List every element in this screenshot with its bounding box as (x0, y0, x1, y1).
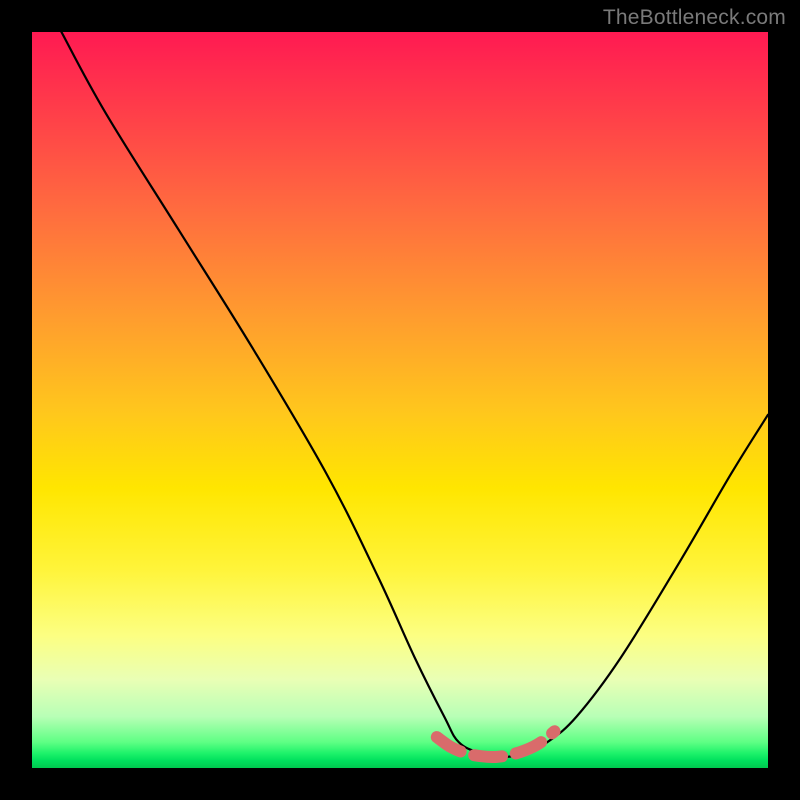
curve-layer (32, 32, 768, 768)
bottleneck-curve (61, 32, 768, 757)
chart-frame: TheBottleneck.com (0, 0, 800, 800)
plot-area (32, 32, 768, 768)
attribution-label: TheBottleneck.com (603, 6, 786, 30)
